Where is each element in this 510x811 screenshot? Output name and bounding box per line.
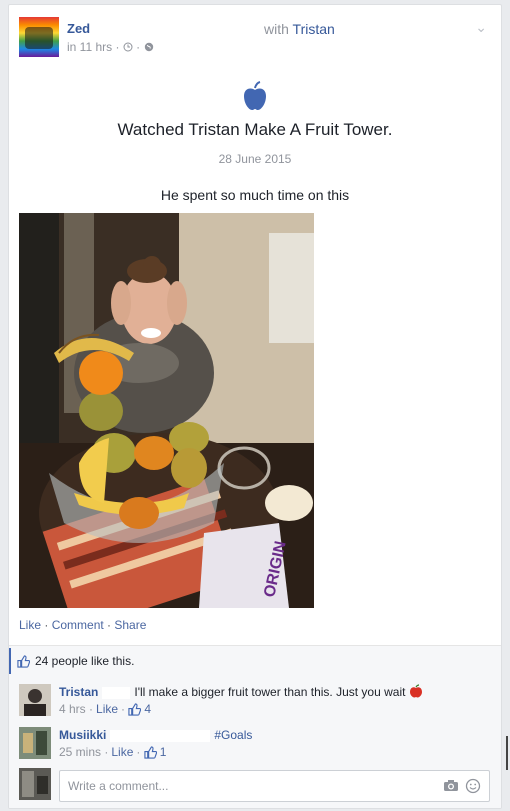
chevron-down-icon[interactable]: ⌄ bbox=[475, 19, 487, 36]
comment-link[interactable]: Comment bbox=[52, 618, 104, 632]
tagged-friend[interactable]: Tristan bbox=[293, 21, 335, 37]
comment-input[interactable] bbox=[66, 776, 430, 796]
comment-text: I'll make a bigger fruit tower than this… bbox=[134, 685, 406, 699]
post-photo[interactable]: ORIGIN bbox=[19, 213, 314, 608]
event-date: 28 June 2015 bbox=[218, 152, 292, 166]
comment-body: Tristan I'll make a bigger fruit tower th… bbox=[59, 684, 489, 718]
share-link[interactable]: Share bbox=[114, 618, 146, 632]
likes-count-text: 24 people like this. bbox=[35, 654, 135, 668]
comment-text: #Goals bbox=[214, 728, 253, 742]
comment-item: Musiikki #Goals 25 mins · Like · 1 bbox=[19, 727, 491, 763]
comment-time[interactable]: 25 mins bbox=[59, 744, 101, 761]
likes-summary[interactable]: 24 people like this. bbox=[9, 648, 135, 674]
post-meta: in 11 hrs · · bbox=[67, 40, 154, 54]
post-header: Zed with Tristan in 11 hrs · · ⌄ bbox=[19, 17, 491, 57]
redaction-block bbox=[110, 729, 211, 742]
commenter-name[interactable]: Tristan bbox=[59, 685, 98, 699]
comment-like-count[interactable]: 4 bbox=[144, 701, 151, 718]
apple-icon bbox=[244, 81, 266, 110]
current-user-avatar bbox=[19, 768, 51, 800]
redaction-block bbox=[102, 686, 131, 699]
comment-time[interactable]: 4 hrs bbox=[59, 701, 86, 718]
post-actions: Like · Comment · Share bbox=[19, 618, 147, 632]
clock-icon bbox=[123, 42, 133, 52]
comment-like-link[interactable]: Like bbox=[96, 701, 118, 718]
thumbs-up-icon bbox=[128, 703, 142, 716]
camera-icon[interactable] bbox=[443, 779, 459, 792]
commenter-name[interactable]: Musiikki bbox=[59, 728, 106, 742]
commenter-avatar[interactable] bbox=[19, 684, 51, 716]
post-time[interactable]: in 11 hrs bbox=[67, 40, 112, 54]
photo-illustration: ORIGIN bbox=[19, 213, 314, 608]
comment-body: Musiikki #Goals 25 mins · Like · 1 bbox=[59, 728, 253, 761]
post-card: Zed with Tristan in 11 hrs · · ⌄ Watched… bbox=[8, 4, 502, 809]
window-edge-divider bbox=[506, 736, 508, 770]
status-text: He spent so much time on this bbox=[160, 187, 350, 203]
comment-item: Tristan I'll make a bigger fruit tower th… bbox=[19, 684, 491, 720]
with-prefix: with bbox=[264, 21, 289, 37]
comment-input-box[interactable] bbox=[59, 770, 490, 802]
apple-emoji-icon bbox=[409, 684, 422, 698]
tagged-with: with Tristan bbox=[264, 21, 335, 37]
commenter-avatar[interactable] bbox=[19, 727, 51, 759]
event-title: Watched Tristan Make A Fruit Tower. bbox=[117, 120, 393, 139]
globe-icon[interactable] bbox=[144, 42, 154, 52]
author-name[interactable]: Zed bbox=[67, 21, 90, 36]
comment-like-count[interactable]: 1 bbox=[160, 744, 167, 761]
thumbs-up-icon bbox=[144, 746, 157, 759]
like-link[interactable]: Like bbox=[19, 618, 41, 632]
author-avatar[interactable] bbox=[19, 17, 59, 57]
likes-accent-bar bbox=[9, 648, 11, 674]
emoji-icon[interactable] bbox=[465, 778, 481, 794]
thumbs-up-icon bbox=[17, 654, 30, 668]
comment-like-link[interactable]: Like bbox=[111, 744, 133, 761]
